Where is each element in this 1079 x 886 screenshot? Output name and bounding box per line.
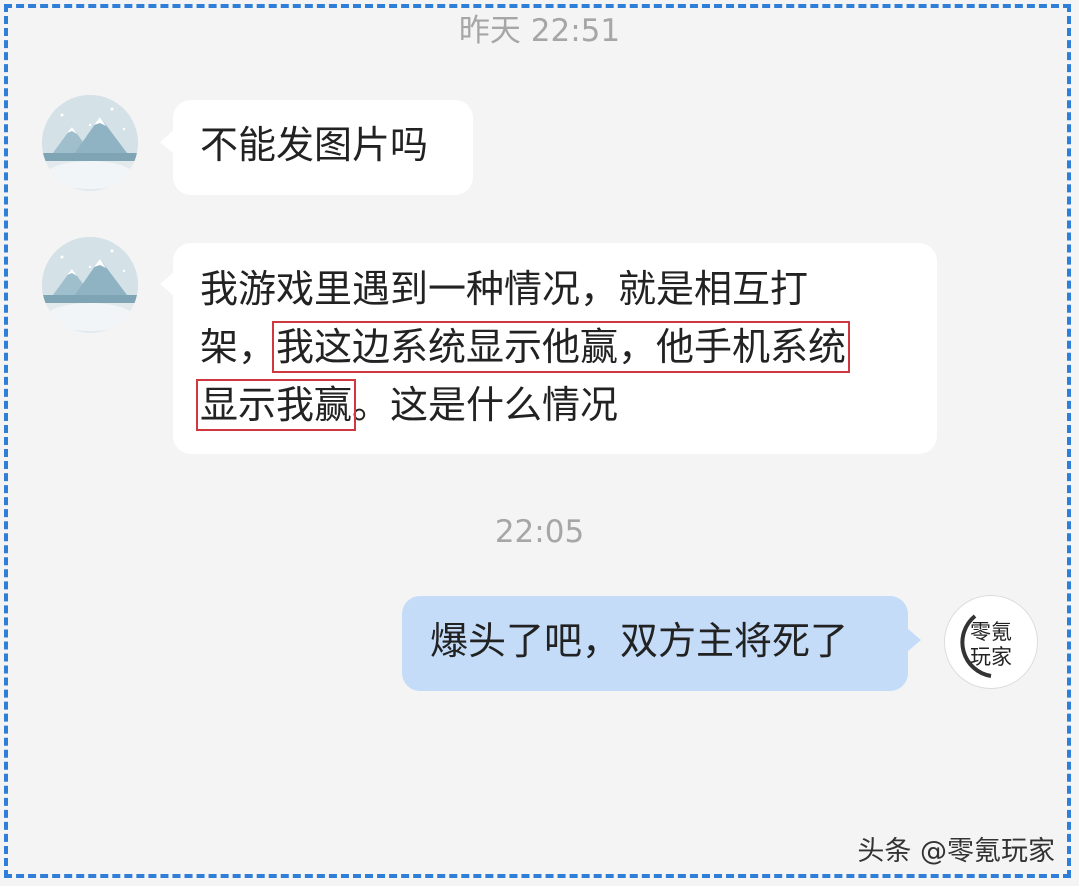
message-text: 爆头了吧，双方主将死了 xyxy=(430,619,849,663)
logo-line-1: 零氪 xyxy=(970,620,1012,644)
message-line-1: 我游戏里遇到一种情况，就是相互打 xyxy=(200,267,809,311)
highlighted-text: 显示我赢 xyxy=(195,379,357,431)
bubble-tail xyxy=(907,628,921,652)
highlighted-text: 我这边系统显示他赢，他手机系统 xyxy=(272,321,851,373)
message-bubble-3[interactable]: 爆头了吧，双方主将死了 xyxy=(402,596,908,691)
logo-line-2: 玩家 xyxy=(970,645,1012,669)
timestamp-yesterday: 昨天 22:51 xyxy=(458,13,621,49)
snowy-mountain-avatar-icon xyxy=(42,95,138,191)
watermark: 头条 @零氪玩家 xyxy=(857,836,1055,867)
message-bubble-2[interactable]: 我游戏里遇到一种情况，就是相互打 架，我这边系统显示他赢，他手机系统 显示我赢。… xyxy=(173,243,937,454)
bubble-tail xyxy=(160,272,174,296)
message-bubble-1[interactable]: 不能发图片吗 xyxy=(173,100,473,195)
contact-avatar[interactable] xyxy=(42,95,138,191)
message-line-3: 显示我赢。这是什么情况 xyxy=(195,376,910,434)
message-line-2: 架，我这边系统显示他赢，他手机系统 xyxy=(200,318,910,376)
snowy-mountain-avatar-icon xyxy=(42,237,138,333)
self-avatar[interactable]: 零氪 玩家 xyxy=(944,595,1038,689)
timestamp: 22:05 xyxy=(494,514,585,550)
bubble-tail xyxy=(160,130,174,154)
message-text: 。这是什么情况 xyxy=(352,383,619,427)
message-text: 不能发图片吗 xyxy=(200,123,429,167)
message-text: 架， xyxy=(200,325,277,369)
contact-avatar[interactable] xyxy=(42,237,138,333)
